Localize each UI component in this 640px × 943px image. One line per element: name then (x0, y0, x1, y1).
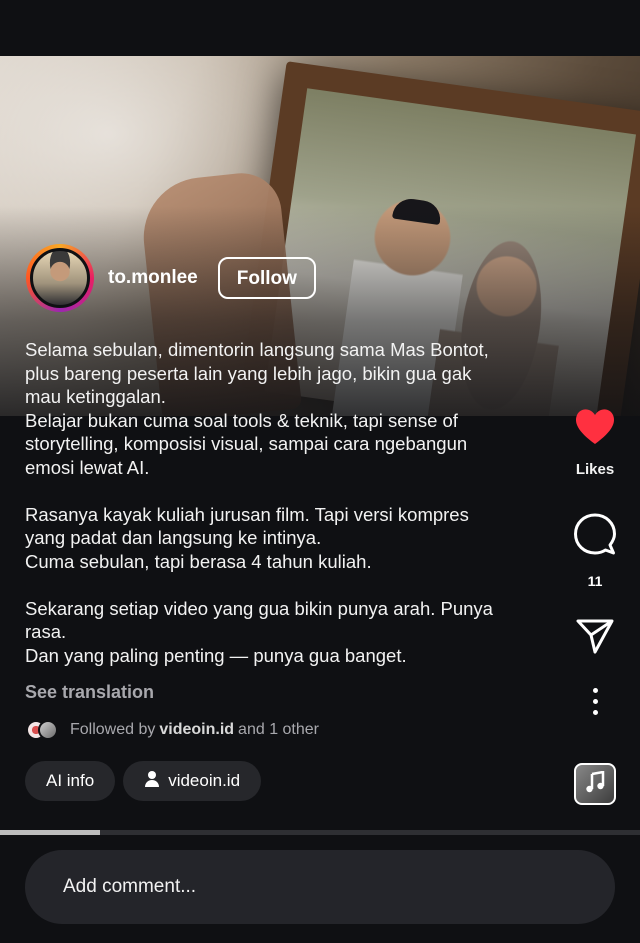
caption-line: emosi lewat AI. (25, 456, 150, 478)
share-button[interactable] (575, 617, 615, 660)
caption-line: mau ketinggalan. (25, 386, 166, 407)
avatar (30, 248, 90, 308)
username[interactable]: to.monlee (108, 267, 198, 289)
caption-gap (25, 479, 555, 503)
see-translation-link[interactable]: See translation (25, 682, 154, 703)
more-icon (592, 688, 598, 693)
chips-row: AI info videoin.id (25, 761, 262, 801)
more-button[interactable] (592, 688, 598, 715)
like-button[interactable] (573, 406, 617, 451)
author-row: to.monlee Follow (26, 244, 316, 312)
more-icon-dot (592, 699, 598, 704)
caption-gap (25, 573, 555, 597)
more-icon-dot (592, 710, 598, 715)
caption-line: yang padat dan langsung ke intinya. (25, 527, 322, 548)
add-comment-input[interactable]: Add comment... (25, 850, 615, 924)
followed-suffix: and 1 other (238, 721, 319, 738)
followed-prefix: Followed by (70, 721, 156, 738)
comment-button[interactable] (573, 512, 617, 561)
follower-avatars (26, 719, 62, 741)
caption-line: storytelling, komposisi visual, sampai c… (25, 433, 468, 454)
follow-button[interactable]: Follow (217, 257, 316, 299)
heart-icon (573, 409, 617, 450)
share-icon (575, 619, 615, 659)
comments-count: 11 (587, 573, 603, 589)
audio-thumbnail-button[interactable] (574, 763, 616, 805)
caption-line: Rasanya kayak kuliah jurusan film. Tapi … (25, 503, 469, 525)
music-icon (585, 770, 605, 798)
followed-by-row[interactable]: Followed by videoin.id and 1 other (26, 719, 319, 741)
video-progress-bar[interactable] (0, 830, 640, 835)
caption-line: Sekarang setiap video yang gua bikin pun… (25, 597, 493, 619)
caption-line: plus bareng peserta lain yang lebih jago… (25, 362, 472, 384)
story-ring[interactable] (26, 244, 94, 312)
action-rail: Likes 11 (550, 400, 640, 805)
caption[interactable]: Selama sebulan, dimentorin langsung sama… (25, 338, 555, 667)
caption-line: Belajar bukan cuma soal tools & teknik, … (25, 409, 458, 431)
caption-line: Selama sebulan, dimentorin langsung sama… (25, 339, 489, 360)
ai-info-chip[interactable]: AI info (25, 761, 116, 801)
collab-user-chip[interactable]: videoin.id (123, 761, 262, 801)
add-comment-placeholder: Add comment... (63, 876, 197, 897)
reel-screen: to.monlee Follow Selama sebulan, dimento… (0, 0, 640, 943)
caption-line: rasa. (25, 621, 67, 642)
collab-user-label: videoin.id (168, 771, 241, 790)
follower-avatar (38, 720, 58, 740)
video-progress-fill (0, 830, 100, 835)
caption-line: Cuma sebulan, tapi berasa 4 tahun kuliah… (25, 550, 372, 572)
caption-line: Dan yang paling penting — punya gua bang… (25, 644, 407, 666)
comment-icon (573, 513, 617, 560)
ai-info-label: AI info (46, 771, 95, 790)
user-icon (144, 770, 160, 793)
followed-user[interactable]: videoin.id (159, 721, 234, 739)
likes-label[interactable]: Likes (576, 461, 614, 478)
